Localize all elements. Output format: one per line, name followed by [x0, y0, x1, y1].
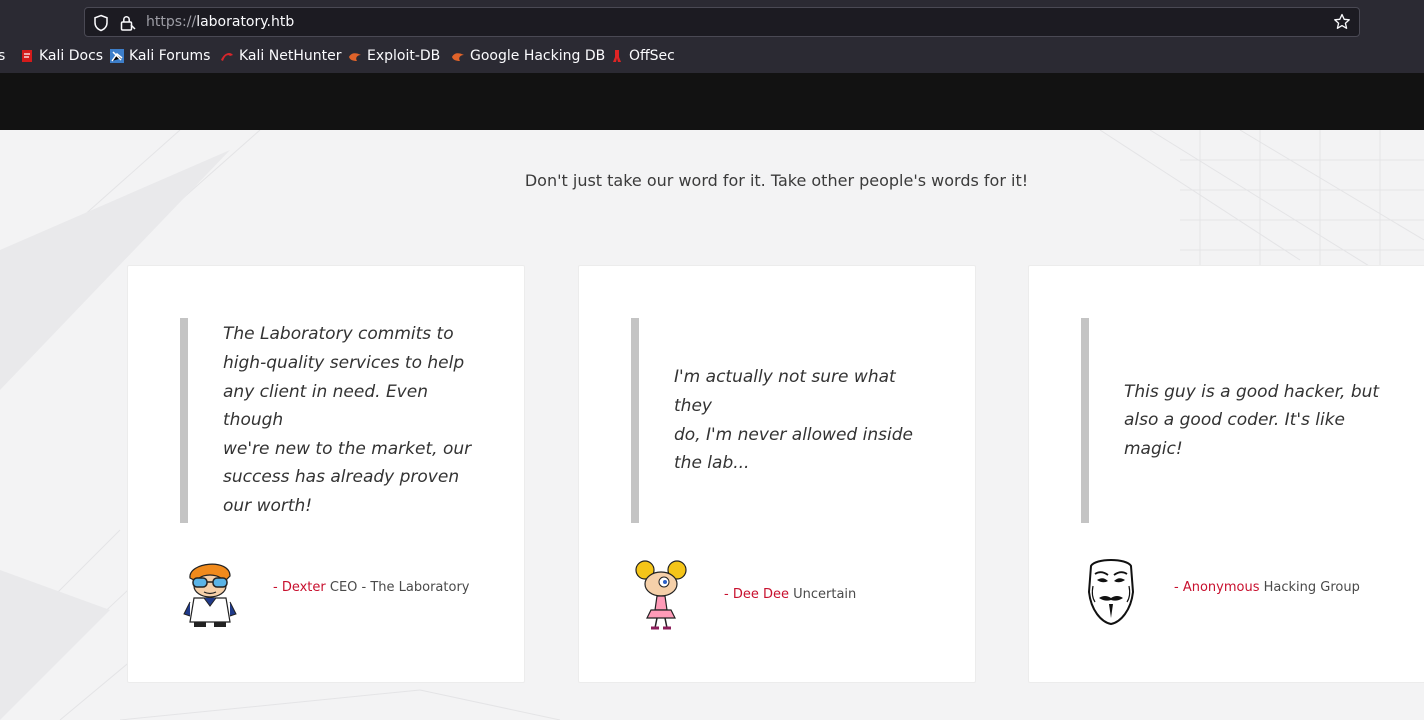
author-role: Uncertain: [788, 587, 857, 602]
bookmark-label: Kali Docs: [39, 48, 104, 64]
testimonial-quote: I'm actually not sure what they do, I'm …: [674, 318, 934, 523]
url-scheme: https://: [146, 14, 197, 30]
author-role: CEO - The Laboratory: [325, 580, 470, 595]
quote-line: any client in need. Even though: [223, 381, 428, 431]
site-navbar: [0, 73, 1424, 130]
quote-line: we're new to the market, our: [223, 438, 472, 459]
quote-line: magic!: [1124, 438, 1183, 459]
url-text[interactable]: https://laboratory.htb: [146, 14, 294, 30]
testimonial-card-anonymous: This guy is a good hacker, but also a go…: [1028, 265, 1424, 683]
kali-forums-icon: [110, 49, 124, 63]
testimonial-quote: The Laboratory commits to high-quality s…: [223, 318, 483, 523]
kali-docs-icon: [22, 50, 32, 62]
bookmarks-toolbar: s Kali Docs Kali Forums Kali NetHunter E…: [0, 44, 1424, 72]
testimonials-section: Don't just take our word for it. Take ot…: [0, 130, 1424, 720]
bookmark-label: OffSec: [629, 48, 675, 64]
quote-line: our worth!: [223, 495, 313, 516]
bookmark-star-icon[interactable]: [1333, 13, 1351, 31]
quote-line: The Laboratory commits to: [223, 324, 454, 345]
offsec-icon: [613, 50, 621, 62]
dee-dee-avatar: [635, 560, 687, 630]
author-name: Dee Dee: [732, 587, 789, 602]
bookmark-kali-nethunter[interactable]: Kali NetHunter: [220, 48, 341, 64]
author-dash: -: [724, 587, 733, 602]
tracking-protection-shield-icon[interactable]: [93, 14, 109, 32]
testimonial-card-dee-dee: I'm actually not sure what they do, I'm …: [578, 265, 976, 683]
blockquote-bar: [631, 318, 639, 523]
anonymous-mask-avatar: [1087, 559, 1135, 626]
quote-line: I'm actually not sure what they: [674, 367, 896, 416]
bookmark-kali-docs[interactable]: Kali Docs: [20, 48, 103, 64]
quote-line: high-quality services to help: [223, 353, 465, 374]
testimonial-quote: This guy is a good hacker, but also a go…: [1124, 318, 1384, 523]
bookmark-label: Google Hacking DB: [470, 48, 606, 64]
bookmark-google-hacking-db[interactable]: Google Hacking DB: [451, 48, 605, 64]
blockquote-bar: [1081, 318, 1089, 523]
testimonial-author: - Dee Dee Uncertain: [724, 587, 856, 602]
author-role: Hacking Group: [1259, 580, 1360, 595]
dexter-avatar: [183, 563, 237, 627]
testimonials-subtitle: Don't just take our word for it. Take ot…: [524, 171, 1029, 190]
url-host: laboratory.htb: [196, 14, 295, 30]
exploit-db-icon: [349, 53, 361, 61]
quote-line: This guy is a good hacker, but: [1124, 381, 1380, 402]
author-dash: -: [273, 580, 282, 595]
quote-line: success has already proven: [223, 467, 460, 488]
author-name: Anonymous: [1182, 580, 1260, 595]
bookmark-label: Kali NetHunter: [239, 48, 342, 64]
bookmark-label: Kali Forums: [129, 48, 211, 64]
testimonial-author: - Dexter CEO - The Laboratory: [273, 580, 470, 595]
quote-line: do, I'm never allowed inside: [674, 424, 913, 445]
blockquote-bar: [180, 318, 188, 523]
address-bar[interactable]: https://laboratory.htb: [84, 7, 1360, 37]
bookmark-label: Exploit-DB: [367, 48, 441, 64]
author-name: Dexter: [281, 580, 326, 595]
author-dash: -: [1174, 580, 1183, 595]
testimonial-author: - Anonymous Hacking Group: [1174, 580, 1360, 595]
bookmark-label: s: [0, 48, 6, 64]
ghdb-icon: [452, 53, 464, 61]
quote-line: also a good coder. It's like: [1124, 410, 1346, 431]
quote-line: the lab...: [674, 453, 750, 474]
bookmark-offsec[interactable]: OffSec: [610, 48, 675, 64]
lock-icon[interactable]: [119, 14, 137, 32]
kali-nethunter-icon: [221, 52, 233, 61]
bookmark-kali-forums[interactable]: Kali Forums: [110, 48, 210, 64]
browser-toolbar: https://laboratory.htb s Kali Docs Kali …: [0, 0, 1424, 73]
testimonial-card-dexter: The Laboratory commits to high-quality s…: [127, 265, 525, 683]
bookmark-truncated[interactable]: s: [0, 48, 5, 64]
bookmark-exploit-db[interactable]: Exploit-DB: [348, 48, 440, 64]
